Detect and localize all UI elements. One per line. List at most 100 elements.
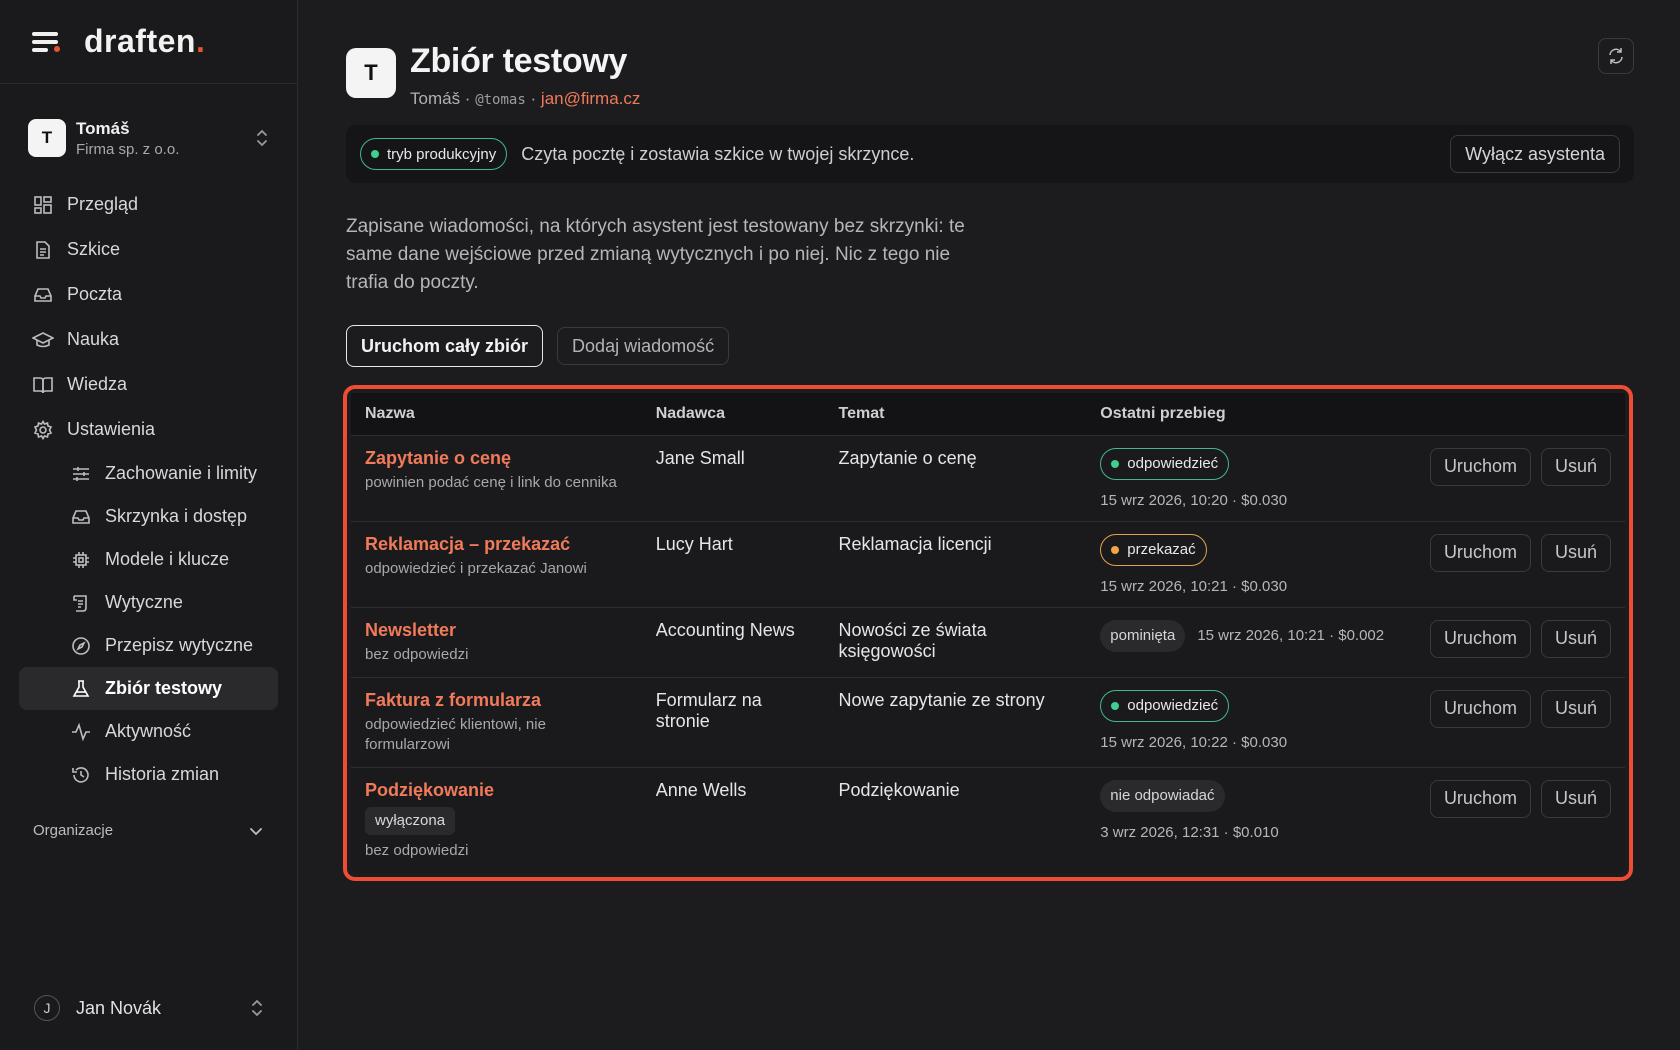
owner-email[interactable]: jan@firma.cz (541, 89, 640, 108)
page-title: Zbiór testowy (410, 42, 628, 80)
refresh-icon (1609, 48, 1623, 64)
disable-assistant-button[interactable]: Wyłącz asystenta (1450, 135, 1620, 173)
nav-item-nauka[interactable]: Nauka (0, 317, 297, 362)
delete-button[interactable]: Usuń (1540, 619, 1611, 658)
test-name-link[interactable]: Reklamacja – przekazać (365, 534, 628, 555)
column-header: Nazwa (365, 404, 415, 422)
organizations-label: Organizacje (33, 822, 114, 839)
subnav-item-modele[interactable]: Modele i klucze (19, 538, 278, 581)
workspace-name: Tomáš (76, 118, 130, 138)
mode-bar: tryb produkcyjny Czyta pocztę i zostawia… (346, 125, 1634, 183)
run-button[interactable]: Uruchom (1429, 779, 1531, 818)
test-expectation: bez odpowiedzi (365, 841, 469, 859)
table-row: Reklamacja – przekazać odpowiedzieć i pr… (351, 520, 1625, 607)
separator: · (530, 89, 537, 108)
nav-item-przeglad[interactable]: Przegląd (0, 182, 297, 227)
compass-icon (70, 635, 92, 657)
book-icon (32, 374, 54, 396)
inbox-icon (70, 506, 92, 528)
nav-label: Poczta (67, 284, 123, 304)
test-name-link[interactable]: Podziękowanie (365, 780, 628, 801)
subject-cell: Podziękowanie (824, 766, 1087, 873)
chip-icon (70, 549, 92, 571)
nav-label: Nauka (67, 329, 120, 349)
nav-item-szkice[interactable]: Szkice (0, 227, 297, 272)
user-name: Jan Novák (76, 997, 162, 1018)
table-row: Newsletter bez odpowiedzi Accounting New… (351, 606, 1625, 677)
delete-button[interactable]: Usuń (1540, 689, 1611, 728)
refresh-button[interactable] (1598, 38, 1634, 74)
graduation-cap-icon (32, 329, 54, 351)
status-badge: przekazać (1100, 533, 1207, 566)
test-name-link[interactable]: Newsletter (365, 620, 628, 641)
sender-cell: Anne Wells (641, 766, 825, 873)
run-button[interactable]: Uruchom (1429, 533, 1531, 572)
test-set-table-highlight: Nazwa Nadawca Temat Ostatni przebieg Zap… (343, 385, 1633, 881)
subnav-item-zachowanie[interactable]: Zachowanie i limity (19, 452, 278, 495)
subnav-item-zbior-testowy[interactable]: Zbiór testowy (19, 667, 278, 710)
test-name-link[interactable]: Faktura z formularza (365, 690, 628, 711)
column-header-actions (1416, 393, 1625, 435)
activity-icon (70, 721, 92, 743)
last-run-meta: 15 wrz 2026, 10:21 · $0.030 (1100, 577, 1288, 595)
nav-label: Szkice (67, 239, 121, 259)
last-run-meta: 15 wrz 2026, 10:21 · $0.002 (1197, 627, 1385, 644)
test-set-table: Nazwa Nadawca Temat Ostatni przebieg Zap… (351, 393, 1625, 873)
delete-button[interactable]: Usuń (1540, 779, 1611, 818)
main-nav: Przegląd Szkice Poczta Nauka Wiedza Usta… (0, 182, 297, 796)
mode-description: Czyta pocztę i zostawia szkice w twojej … (521, 143, 915, 164)
run-button[interactable]: Uruchom (1429, 619, 1531, 658)
sender-cell: Accounting News (641, 606, 825, 677)
subject-cell: Nowe zapytanie ze strony (824, 676, 1087, 767)
table-row: Zapytanie o cenę powinien podać cenę i l… (351, 434, 1625, 521)
disabled-tag: wyłączona (365, 806, 456, 835)
nav-label: Ustawienia (67, 419, 156, 439)
subnav-item-skrzynka[interactable]: Skrzynka i dostęp (19, 495, 278, 538)
nav-item-poczta[interactable]: Poczta (0, 272, 297, 317)
owner-name: Tomáš · (410, 89, 471, 108)
delete-button[interactable]: Usuń (1540, 447, 1611, 486)
workspace-avatar: T (28, 119, 66, 157)
inbox-icon (32, 284, 54, 306)
production-mode-badge: tryb produkcyjny (360, 138, 508, 170)
brand-logo[interactable]: draften. (84, 23, 205, 60)
delete-button[interactable]: Usuń (1540, 533, 1611, 572)
status-badge: odpowiedzieć (1100, 447, 1230, 480)
owner-handle: @tomas (475, 92, 526, 108)
workspace-company: Firma sp. z o.o. (76, 140, 180, 158)
last-run-meta: 3 wrz 2026, 12:31 · $0.010 (1100, 823, 1279, 841)
actions-bar: Uruchom cały zbiór Dodaj wiadomość (346, 325, 1634, 367)
subnav-item-aktywnosc[interactable]: Aktywność (19, 710, 278, 753)
subnav-label: Skrzynka i dostęp (105, 506, 248, 526)
chevron-down-icon (250, 827, 262, 835)
nav-label: Wiedza (67, 374, 128, 394)
subnav-item-wytyczne[interactable]: Wytyczne (19, 581, 278, 624)
run-button[interactable]: Uruchom (1429, 447, 1531, 486)
brand-bar: draften. (0, 0, 297, 84)
run-all-button[interactable]: Uruchom cały zbiór (346, 325, 544, 367)
nav-item-wiedza[interactable]: Wiedza (0, 362, 297, 407)
test-name-link[interactable]: Zapytanie o cenę (365, 448, 628, 469)
subnav-item-historia[interactable]: Historia zmian (19, 753, 278, 796)
user-avatar: J (34, 995, 60, 1021)
chevron-updown-icon (252, 999, 262, 1017)
sliders-icon (70, 463, 92, 485)
status-badge: odpowiedzieć (1100, 689, 1230, 722)
sidebar: draften. T Tomáš Firma sp. z o.o. Przegl… (0, 0, 298, 1050)
subnav-item-przepisz[interactable]: Przepisz wytyczne (19, 624, 278, 667)
menu-icon[interactable] (32, 30, 60, 54)
nav-item-ustawienia[interactable]: Ustawienia (0, 407, 297, 452)
history-icon (70, 764, 92, 786)
run-button[interactable]: Uruchom (1429, 689, 1531, 728)
add-message-button[interactable]: Dodaj wiadomość (557, 327, 730, 365)
test-expectation: bez odpowiedzi (365, 645, 469, 663)
status-badge: pominięta (1100, 619, 1186, 652)
workspace-switcher[interactable]: T Tomáš Firma sp. z o.o. (0, 116, 297, 160)
nav-label: Przegląd (67, 194, 139, 214)
sender-cell: Lucy Hart (641, 520, 825, 607)
user-menu[interactable]: J Jan Novák (0, 990, 298, 1026)
page-header: T Zbiór testowy Tomáš · @tomas · jan@fir… (346, 42, 1634, 109)
scroll-icon (70, 592, 92, 614)
page-description: Zapisane wiadomości, na których asystent… (346, 216, 965, 293)
organizations-toggle[interactable]: Organizacje (0, 822, 297, 839)
